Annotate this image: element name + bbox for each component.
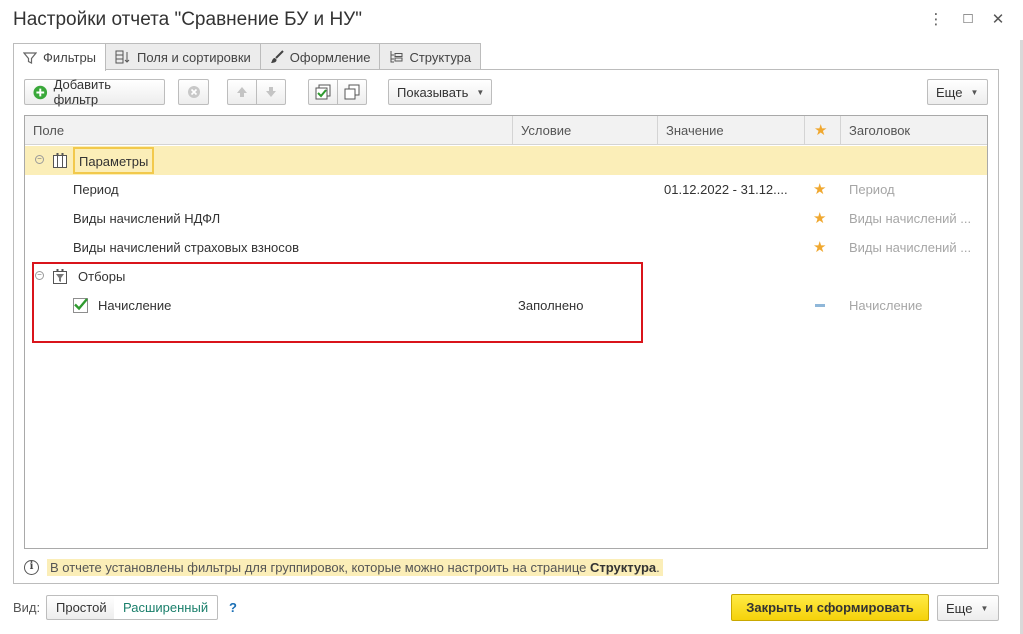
help-icon[interactable]: ? [229, 600, 237, 615]
add-icon [33, 85, 48, 99]
row-caption[interactable]: Период [849, 175, 985, 204]
collapse-icon[interactable]: − [35, 155, 44, 164]
header-value[interactable]: Значение [657, 116, 804, 145]
filters-panel: Добавить фильтр Показывать ▼ Еще ▼ Поле [13, 69, 999, 584]
tab-structure[interactable]: Структура [379, 43, 482, 70]
star-icon[interactable]: ★ [813, 175, 826, 204]
table-row[interactable]: Период 01.12.2022 - 31.12.... ★ Период [25, 175, 987, 204]
view-simple-button[interactable]: Простой [46, 595, 117, 620]
table-row-filters-group[interactable]: − Отборы [25, 262, 987, 291]
show-dropdown[interactable]: Показывать ▼ [388, 79, 492, 105]
chevron-down-icon: ▼ [476, 87, 485, 97]
header-field[interactable]: Поле [25, 116, 512, 145]
group-check-icon [315, 84, 331, 100]
structure-link[interactable]: Структура [590, 560, 656, 575]
row-caption[interactable]: Начисление [849, 291, 985, 320]
header-caption[interactable]: Заголовок [840, 116, 987, 145]
structure-icon [390, 51, 403, 63]
star-icon[interactable]: ★ [813, 233, 826, 262]
info-message: i В отчете установлены фильтры для групп… [24, 557, 663, 577]
header-condition[interactable]: Условие [512, 116, 657, 145]
filter-group-icon [53, 269, 67, 284]
filters-table[interactable]: Поле Условие Значение ★ Заголовок − Пара… [24, 115, 988, 549]
table-row[interactable]: Виды начислений страховых взносов ★ Виды… [25, 233, 987, 262]
more-label: Еще [936, 84, 963, 100]
move-down-button[interactable] [256, 79, 286, 105]
settings-tabs: Фильтры Поля и сортировки Оформление Стр… [13, 43, 482, 71]
chevron-down-icon: ▼ [970, 87, 979, 97]
table-row-accrual[interactable]: Начисление Заполнено Начисление [25, 291, 987, 320]
header-star-icon[interactable]: ★ [804, 116, 840, 145]
tab-fields-sorting[interactable]: Поля и сортировки [105, 43, 261, 70]
info-icon: i [24, 559, 39, 575]
report-settings-window: Настройки отчета "Сравнение БУ и НУ" ⋮ □… [0, 0, 1023, 634]
delete-button[interactable] [178, 79, 209, 105]
row-label: Отборы [78, 269, 126, 284]
not-starred-icon[interactable] [815, 304, 825, 307]
row-label: Параметры [73, 147, 155, 174]
info-text: В отчете установлены фильтры для группир… [47, 558, 663, 576]
tab-label: Поля и сортировки [137, 49, 251, 65]
parameters-icon [53, 153, 67, 168]
chevron-down-icon: ▼ [980, 603, 989, 613]
row-label: Начисление [98, 298, 172, 313]
add-filter-button[interactable]: Добавить фильтр [24, 77, 165, 107]
table-row[interactable]: Виды начислений НДФЛ ★ Виды начислений .… [25, 204, 987, 233]
window-title: Настройки отчета "Сравнение БУ и НУ" [13, 9, 362, 30]
more-actions-icon[interactable]: ⋮ [927, 10, 945, 28]
info-text-after: . [656, 559, 660, 575]
close-and-generate-button[interactable]: Закрыть и сформировать [731, 594, 929, 621]
more-label: Еще [946, 600, 973, 616]
group-button[interactable] [308, 79, 338, 105]
table-header: Поле Условие Значение ★ Заголовок [25, 116, 987, 145]
tab-filters[interactable]: Фильтры [13, 43, 107, 71]
more-toolbar-button[interactable]: Еще ▼ [927, 79, 988, 105]
move-up-button[interactable] [227, 79, 257, 105]
arrow-up-icon [237, 87, 247, 97]
row-label: Период [73, 182, 119, 197]
delete-icon [187, 86, 200, 98]
maximize-icon[interactable]: □ [959, 10, 977, 27]
tab-label: Структура [409, 49, 472, 65]
tab-label: Фильтры [43, 50, 97, 65]
use-filter-checkbox[interactable] [73, 298, 88, 313]
row-condition[interactable]: Заполнено [518, 291, 583, 320]
star-icon[interactable]: ★ [813, 204, 826, 233]
row-label: Виды начислений НДФЛ [73, 211, 221, 226]
view-label: Вид: [13, 600, 41, 615]
view-advanced-button[interactable]: Расширенный [114, 595, 219, 620]
table-row-parameters[interactable]: − Параметры [25, 146, 987, 175]
row-value[interactable]: 01.12.2022 - 31.12.... [664, 175, 800, 204]
copy-icon [344, 84, 360, 100]
close-icon[interactable]: ✕ [989, 10, 1007, 28]
more-footer-button[interactable]: Еще ▼ [937, 595, 999, 621]
row-label: Виды начислений страховых взносов [73, 240, 300, 255]
add-filter-label: Добавить фильтр [53, 77, 112, 107]
info-text-before: В отчете установлены фильтры для группир… [50, 559, 590, 575]
copy-button[interactable] [337, 79, 367, 105]
arrow-down-icon [266, 87, 276, 97]
show-label: Показывать [397, 84, 469, 100]
row-caption[interactable]: Виды начислений ... [849, 204, 985, 233]
collapse-icon[interactable]: − [35, 271, 44, 280]
tab-label: Оформление [289, 49, 371, 65]
funnel-icon [23, 51, 37, 64]
tab-appearance[interactable]: Оформление [259, 43, 381, 70]
fields-sort-icon [115, 50, 130, 64]
row-caption[interactable]: Виды начислений ... [849, 233, 985, 262]
brush-icon [270, 50, 284, 63]
checkmark-icon [74, 298, 88, 311]
